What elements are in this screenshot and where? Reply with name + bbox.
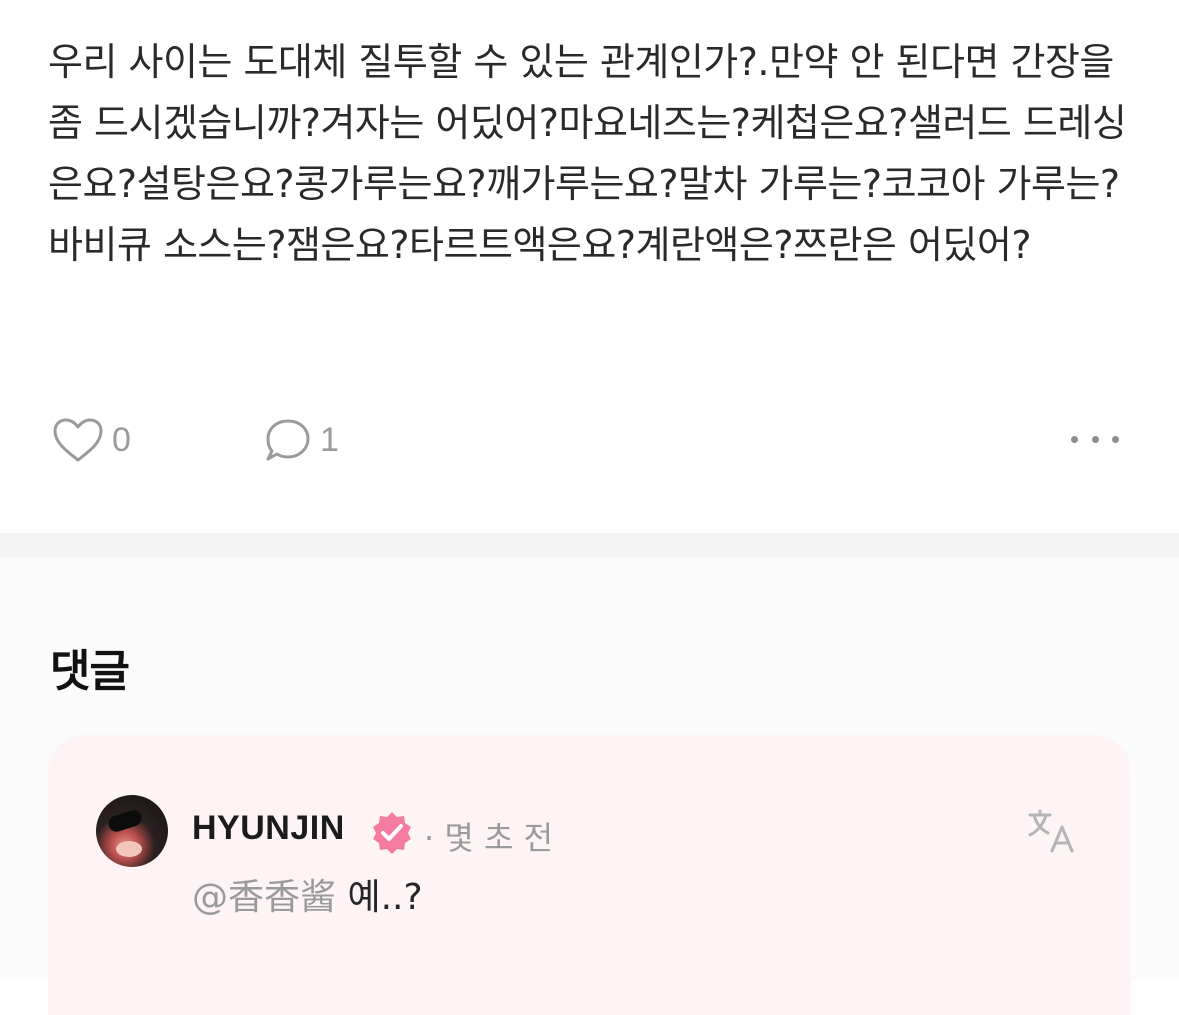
speech-bubble-icon	[264, 416, 312, 464]
comment-card: HYUNJIN · 몇 초 전 @香香酱 예..?	[48, 735, 1131, 1015]
ellipsis-dot	[1091, 435, 1099, 443]
comments-section: 댓글 HYUNJIN · 몇 초 전 @香香酱 예..?	[0, 557, 1179, 1015]
ellipsis-dot	[1071, 435, 1078, 443]
comment-button[interactable]: 1	[264, 412, 339, 468]
section-divider	[0, 533, 1179, 557]
comment-mention[interactable]: @香香酱	[192, 877, 336, 918]
comment-username[interactable]: HYUNJIN	[192, 809, 345, 848]
like-button[interactable]: 0	[52, 412, 131, 468]
comment-text: @香香酱 예..?	[192, 873, 423, 923]
avatar[interactable]	[96, 795, 168, 867]
comment-body: 예..?	[347, 877, 423, 918]
like-count: 0	[112, 420, 131, 459]
heart-outline-icon	[52, 417, 104, 463]
more-options-button[interactable]	[1071, 426, 1119, 452]
comment-count: 1	[320, 420, 339, 459]
verified-badge-icon	[368, 809, 416, 857]
post-actions-bar: 0 1	[48, 412, 1131, 468]
comments-title: 댓글	[50, 646, 130, 697]
comment-timestamp: · 몇 초 전	[424, 819, 554, 857]
post-section: 우리 사이는 도대체 질투할 수 있는 관계인가?.만약 안 된다면 간장을 좀…	[0, 0, 1179, 533]
post-body-text: 우리 사이는 도대체 질투할 수 있는 관계인가?.만약 안 된다면 간장을 좀…	[48, 40, 1127, 267]
ellipsis-dot	[1112, 435, 1119, 443]
translate-icon[interactable]	[1026, 805, 1078, 857]
